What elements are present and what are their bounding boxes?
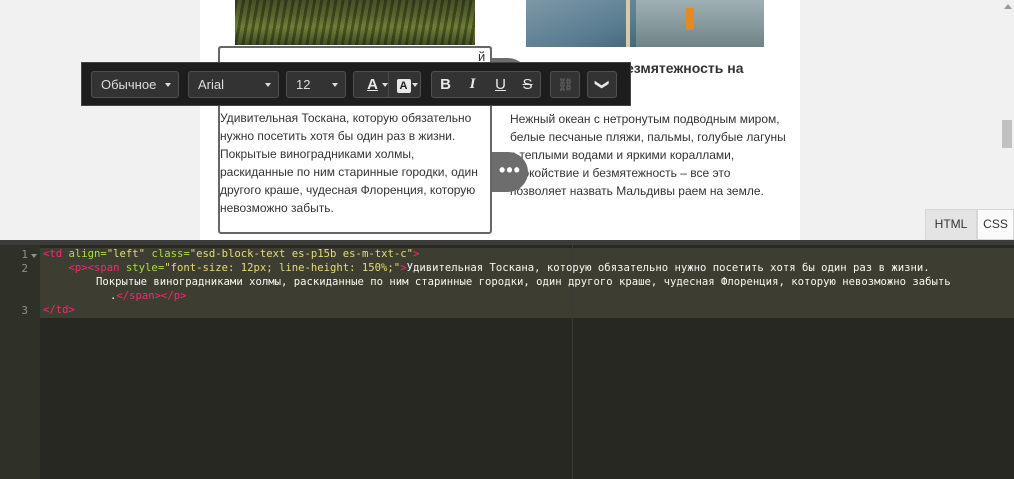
code-line-2-wrap-2[interactable]: .</span></p> <box>110 290 187 302</box>
maldives-text[interactable]: Нежный океан с нетронутым подводным миро… <box>510 110 790 200</box>
chevron-down-icon <box>332 83 338 87</box>
code-line-2-wrap-1[interactable]: Покрытые виноградниками холмы, раскиданн… <box>96 276 951 288</box>
paragraph-style-value: Обычное <box>101 77 157 92</box>
code-token: "esd-block-text es-p15b es-m-txt-c" <box>189 248 413 260</box>
strikethrough-icon[interactable]: S <box>514 72 541 97</box>
paragraph-style-dropdown[interactable]: Обычное <box>91 71 179 98</box>
chevron-down-icon <box>165 83 171 87</box>
maldives-image[interactable] <box>526 0 764 47</box>
code-editor[interactable]: 1 2 3 <td align="left" class="esd-block-… <box>0 240 1014 479</box>
fold-arrow-icon[interactable] <box>31 254 37 258</box>
code-token: </td> <box>43 304 75 316</box>
deck <box>636 0 764 47</box>
scroll-up-arrow-icon[interactable] <box>1004 4 1012 9</box>
code-token: "font-size: 12px; line-height: 150%;" <box>164 262 401 274</box>
basic-styles-group: B I U S <box>431 71 541 98</box>
font-family-value: Arial <box>198 77 225 92</box>
underline-icon[interactable]: U <box>487 72 514 97</box>
chevron-down-icon <box>265 83 271 87</box>
code-line-3[interactable]: </td> <box>43 304 75 316</box>
maldives-heading[interactable]: езмятежность на <box>626 59 744 77</box>
code-token: style= <box>119 262 165 274</box>
more-options-button[interactable]: ❯ <box>587 71 617 98</box>
code-token: </span></p> <box>116 290 187 302</box>
tuscany-text[interactable]: Удивительная Тоскана, которую обязательн… <box>220 109 491 217</box>
color-group: A A <box>353 71 421 98</box>
font-size-dropdown[interactable]: 12 <box>286 71 346 98</box>
font-size-value: 12 <box>296 77 311 92</box>
link-icon: ⛓ <box>557 77 574 92</box>
chevron-down-icon[interactable] <box>412 83 418 87</box>
tuscany-image[interactable] <box>235 0 475 45</box>
tab-html[interactable]: HTML <box>925 209 977 240</box>
code-line-1[interactable]: <td align="left" class="esd-block-text e… <box>43 248 419 260</box>
bold-icon[interactable]: B <box>432 72 459 97</box>
line-number: 1 <box>21 248 28 261</box>
font-family-dropdown[interactable]: Arial <box>188 71 279 98</box>
code-text: Удивительная Тоскана, которую обязательн… <box>406 262 930 274</box>
divider <box>388 72 389 97</box>
code-token: <span <box>87 262 120 274</box>
code-text: Покрытые виноградниками холмы, раскиданн… <box>96 276 951 288</box>
chevron-down-icon: ❯ <box>595 78 611 91</box>
line-number-gutter: 1 2 3 <box>0 245 40 479</box>
email-canvas: езмятежность на Нежный океан с нетронуты… <box>0 0 1014 240</box>
line-number: 3 <box>21 304 28 317</box>
link-button[interactable]: ⛓ <box>550 71 580 98</box>
code-token: "left" <box>106 248 146 260</box>
tab-css[interactable]: CSS <box>977 209 1014 240</box>
format-toolbar: Обычное Arial 12 A A B I U S ⛓ ❯ <box>81 62 631 106</box>
italic-icon[interactable]: I <box>459 72 486 97</box>
code-token: align= <box>62 248 107 260</box>
bottle <box>686 8 694 30</box>
background-color-glyph: A <box>396 79 411 93</box>
code-line-2[interactable]: <p><span style="font-size: 12px; line-he… <box>43 262 930 274</box>
line-number: 2 <box>21 262 28 275</box>
preview-scrollbar[interactable] <box>1000 0 1014 240</box>
code-token: <p> <box>68 262 88 274</box>
code-token: <td <box>43 248 63 260</box>
scroll-thumb[interactable] <box>1002 120 1012 148</box>
code-token: > <box>412 248 420 260</box>
editor-tabs: HTML CSS <box>925 209 1014 240</box>
deck-edge <box>626 0 630 47</box>
code-token: class= <box>145 248 190 260</box>
